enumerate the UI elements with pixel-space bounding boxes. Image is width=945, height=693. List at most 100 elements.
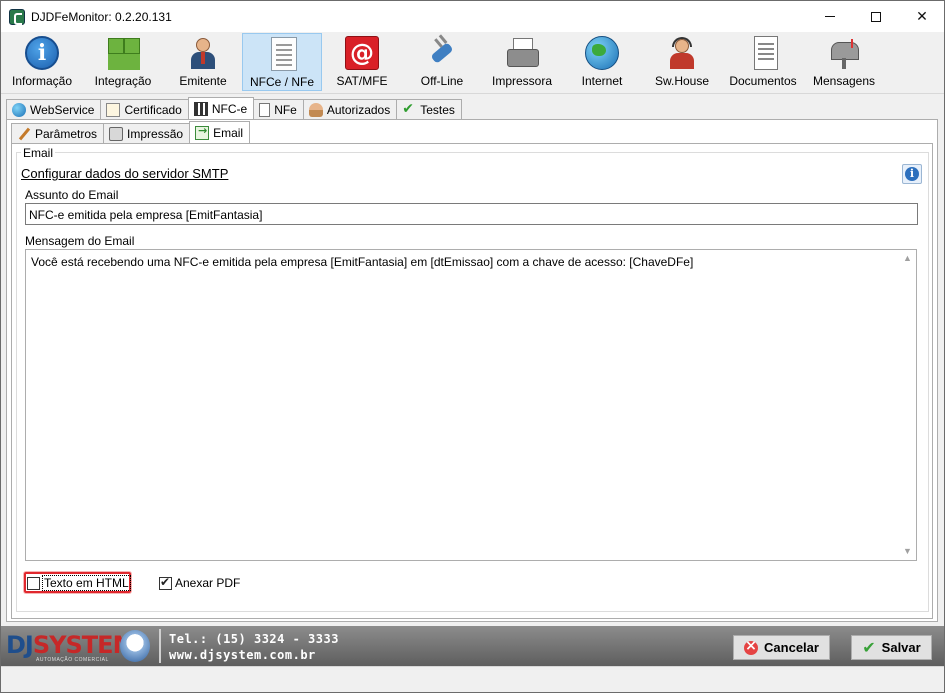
toolbar-button-emitente[interactable]: Emitente [165, 33, 241, 91]
globe-icon [585, 36, 619, 70]
toolbar-button-documentos[interactable]: Documentos [724, 33, 802, 91]
toolbar-button-mensagens[interactable]: Mensagens [806, 33, 882, 91]
document-icon [753, 36, 778, 70]
close-button[interactable]: ✕ [899, 1, 945, 32]
toolbar-button-internet[interactable]: Internet [564, 33, 640, 91]
info-icon: i [909, 167, 915, 180]
cancel-icon [744, 638, 759, 655]
toolbar-label: SAT/MFE [336, 74, 388, 88]
toolbar-label: Off-Line [420, 74, 464, 88]
toolbar-label: NFCe / NFe [249, 75, 314, 89]
info-icon [25, 36, 59, 70]
support-agent-icon [665, 36, 699, 70]
sub-tabs: Parâmetros Impressão Email [11, 121, 251, 143]
brand-logo: DJSYSTEM [6, 631, 136, 659]
toolbar-button-informacao[interactable]: Informação [4, 33, 80, 91]
person-icon [186, 36, 220, 70]
plug-icon [425, 36, 459, 70]
checkbox-label: Texto em HTML [42, 575, 131, 591]
toolbar-button-integracao[interactable]: Integração [85, 33, 161, 91]
tab-label: Parâmetros [35, 126, 98, 141]
message-label: Mensagem do Email [25, 234, 135, 248]
brand-dj: DJ [6, 631, 34, 659]
qr-code-icon [193, 101, 208, 116]
tab-label: Autorizados [326, 102, 391, 117]
toolbar-label: Impressora [491, 74, 553, 88]
toolbar-label: Emitente [179, 74, 227, 88]
checkbox-box[interactable] [159, 575, 172, 590]
globe-icon [12, 102, 26, 117]
tab-nfc-e[interactable]: NFC-e [187, 97, 255, 119]
main-toolbar: Informação Integração Emitente NFCe / NF… [1, 32, 944, 94]
tab-parametros[interactable]: Parâmetros [11, 123, 105, 143]
minimize-icon [825, 16, 835, 17]
subject-input[interactable]: NFC-e emitida pela empresa [EmitFantasia… [25, 203, 918, 225]
certificate-icon [106, 102, 121, 117]
checkbox-label: Anexar PDF [175, 576, 241, 590]
scroll-up-icon[interactable]: ▲ [899, 250, 916, 267]
tab-label: NFC-e [211, 101, 248, 116]
checkmark-icon: ✔ [862, 638, 876, 657]
tab-email[interactable]: Email [189, 121, 251, 143]
toolbar-button-off-line[interactable]: Off-Line [404, 33, 480, 91]
main-tabs: WebService Certificado NFC-e NFe Autoriz… [6, 97, 462, 119]
tab-label: Certificado [124, 102, 182, 117]
close-icon: ✕ [916, 8, 928, 24]
message-text: Você está recebendo uma NFC-e emitida pe… [31, 255, 694, 269]
checkmark-icon [402, 101, 416, 117]
footer-divider [159, 629, 161, 663]
toolbar-button-impressora[interactable]: Impressora [484, 33, 560, 91]
window-title: DJDFeMonitor: 0.2.20.131 [31, 10, 172, 24]
document-icon [259, 102, 271, 117]
toolbar-label: Mensagens [812, 74, 876, 88]
tab-label: Testes [420, 102, 455, 117]
cancel-button[interactable]: Cancelar [733, 635, 830, 660]
wrench-icon [17, 127, 31, 141]
checkbox-box[interactable] [27, 576, 40, 590]
status-bar [1, 666, 944, 692]
printer-icon [505, 36, 539, 70]
info-button[interactable]: i [902, 164, 922, 184]
mailbox-icon [827, 36, 861, 70]
minimize-button[interactable] [807, 1, 853, 32]
maximize-button[interactable] [853, 1, 899, 32]
tab-label: Email [213, 125, 244, 140]
tab-testes[interactable]: Testes [396, 99, 462, 119]
vertical-scrollbar[interactable]: ▲ ▼ [899, 250, 916, 560]
at-sign-icon [345, 36, 379, 70]
toolbar-button-sat-mfe[interactable]: SAT/MFE [324, 33, 400, 91]
phone-text: Tel.: (15) 3324 - 3333 [169, 632, 339, 646]
tab-label: Impressão [127, 126, 184, 141]
message-textarea[interactable]: Você está recebendo uma NFC-e emitida pe… [25, 249, 917, 561]
tab-autorizados[interactable]: Autorizados [302, 99, 398, 119]
brand-badge-icon [120, 630, 150, 662]
save-label: Salvar [881, 640, 921, 655]
scroll-down-icon[interactable]: ▼ [899, 543, 916, 560]
brand-subtitle: AUTOMAÇÃO COMERCIAL [36, 657, 109, 663]
title-bar: DJDFeMonitor: 0.2.20.131 ✕ [0, 0, 945, 32]
toolbar-label: Integração [94, 74, 152, 88]
save-button[interactable]: ✔ Salvar [851, 635, 932, 660]
subject-label: Assunto do Email [25, 188, 119, 202]
user-icon [308, 102, 323, 117]
attach-pdf-checkbox[interactable]: Anexar PDF [159, 575, 241, 590]
tab-label: NFe [274, 102, 297, 117]
smtp-config-link[interactable]: Configurar dados do servidor SMTP [21, 166, 228, 181]
cancel-label: Cancelar [764, 640, 819, 655]
tab-certificado[interactable]: Certificado [100, 99, 189, 119]
tab-nfe[interactable]: NFe [253, 99, 304, 119]
tab-impressao[interactable]: Impressão [103, 123, 191, 143]
integration-icon [106, 36, 140, 70]
app-icon [9, 9, 25, 25]
toolbar-button-nfce-nfe[interactable]: NFCe / NFe [242, 33, 322, 91]
toolbar-label: Informação [11, 74, 73, 88]
toolbar-label: Documentos [729, 74, 797, 88]
toolbar-button-sw-house[interactable]: Sw.House [644, 33, 720, 91]
website-text: www.djsystem.com.br [169, 648, 316, 662]
html-text-checkbox[interactable]: Texto em HTML [27, 575, 131, 591]
toolbar-label: Internet [581, 74, 623, 88]
toolbar-label: Sw.House [654, 74, 710, 88]
receipt-icon [271, 37, 297, 71]
email-send-icon [195, 124, 210, 140]
tab-webservice[interactable]: WebService [6, 99, 102, 119]
